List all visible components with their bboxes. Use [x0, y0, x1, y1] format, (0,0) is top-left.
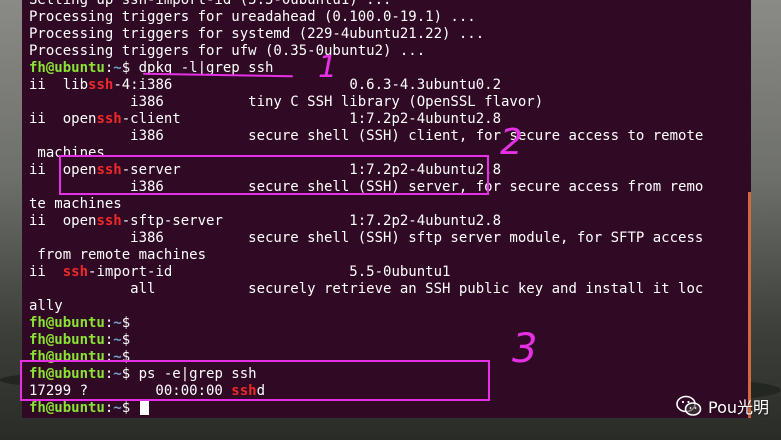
terminal-text: Processing triggers for ureadahead (0.10… — [29, 9, 476, 25]
terminal-text: i386 secure shell (SSH) client, for secu… — [29, 128, 704, 144]
terminal-line: ii ssh-import-id 5.5-0ubuntu1 — [29, 264, 751, 281]
terminal-line: fh@ubuntu:~$ dpkg -l|grep ssh — [29, 60, 751, 77]
terminal-text: te machines — [29, 196, 122, 212]
terminal-line: i386 tiny C SSH library (OpenSSL flavor) — [29, 94, 751, 111]
terminal-text: -4:i386 0.6.3-4.3ubuntu0.2 — [113, 77, 502, 93]
wechat-icon — [676, 395, 702, 416]
terminal-line: ally — [29, 298, 751, 315]
terminal-line: te machines — [29, 196, 751, 213]
terminal-line: all securely retrieve an SSH public key … — [29, 281, 751, 298]
terminal-line: Setting up ssh-import-id (5.5-0ubuntu1) … — [29, 0, 751, 9]
watermark: Pou光明 — [676, 394, 769, 418]
terminal-line: ii openssh-sftp-server 1:7.2p2-4ubuntu2.… — [29, 213, 751, 230]
grep-match: ssh — [96, 213, 122, 229]
terminal-text: i386 secure shell (SSH) sftp server modu… — [29, 230, 704, 246]
terminal-cursor — [139, 400, 149, 415]
terminal-text: ii open — [29, 111, 97, 127]
watermark-text: Pou光明 — [707, 398, 769, 417]
terminal-line: fh@ubuntu:~$ — [29, 315, 751, 332]
terminal-line: from remote machines — [29, 247, 751, 264]
terminal-line: fh@ubuntu:~$ — [29, 332, 751, 349]
prompt-user: fh@ubuntu — [29, 60, 105, 76]
terminal-line: i386 secure shell (SSH) client, for secu… — [29, 128, 751, 145]
annotation-number-3: 3 — [512, 326, 538, 372]
terminal-text: $ — [121, 332, 131, 348]
terminal-text: -client 1:7.2p2-4ubuntu2.8 — [121, 111, 502, 127]
terminal-text: $ — [121, 315, 131, 331]
terminal-window[interactable]: Setting up ssh-import-id (5.5-0ubuntu1) … — [22, 0, 751, 418]
prompt-user: fh@ubuntu — [29, 400, 105, 416]
terminal-output: Setting up ssh-import-id (5.5-0ubuntu1) … — [29, 0, 751, 417]
terminal-text: ii lib — [29, 77, 89, 93]
terminal-line: ii libssh-4:i386 0.6.3-4.3ubuntu0.2 — [29, 77, 751, 94]
terminal-text: -sftp-server 1:7.2p2-4ubuntu2.8 — [121, 213, 502, 229]
terminal-line: Processing triggers for ureadahead (0.10… — [29, 9, 751, 26]
terminal-text: -import-id 5.5-0ubuntu1 — [88, 264, 451, 280]
terminal-text: ii — [29, 264, 63, 280]
grep-match: ssh — [88, 77, 114, 93]
terminal-scrollbar[interactable] — [748, 192, 751, 418]
terminal-line: i386 secure shell (SSH) sftp server modu… — [29, 230, 751, 247]
terminal-text: Processing triggers for systemd (229-4ub… — [29, 26, 485, 42]
grep-match: ssh — [96, 111, 122, 127]
terminal-line: fh@ubuntu:~$ — [29, 400, 751, 417]
terminal-text: ii open — [29, 213, 97, 229]
annotation-box-2 — [59, 155, 489, 195]
terminal-line: Processing triggers for ufw (0.35-0ubunt… — [29, 43, 751, 60]
annotation-number-1: 1 — [318, 50, 338, 85]
terminal-text: Setting up ssh-import-id (5.5-0ubuntu1) … — [29, 0, 392, 8]
terminal-text: $ — [121, 400, 139, 416]
terminal-text: ally — [29, 298, 63, 314]
prompt-user: fh@ubuntu — [29, 332, 105, 348]
prompt-path: ~ — [113, 60, 122, 76]
terminal-line: Processing triggers for systemd (229-4ub… — [29, 26, 751, 43]
annotation-number-2: 2 — [500, 122, 523, 163]
terminal-line: ii openssh-client 1:7.2p2-4ubuntu2.8 — [29, 111, 751, 128]
terminal-text: i386 tiny C SSH library (OpenSSL flavor) — [29, 94, 544, 110]
terminal-text: all securely retrieve an SSH public key … — [29, 281, 704, 297]
annotation-box-3 — [20, 360, 490, 401]
grep-match: ssh — [62, 264, 89, 280]
prompt-path: ~ — [113, 332, 122, 348]
prompt-path: ~ — [113, 315, 122, 331]
prompt-user: fh@ubuntu — [29, 315, 105, 331]
terminal-text: Processing triggers for ufw (0.35-0ubunt… — [29, 43, 426, 59]
prompt-path: ~ — [113, 400, 122, 416]
terminal-text: from remote machines — [29, 247, 207, 263]
